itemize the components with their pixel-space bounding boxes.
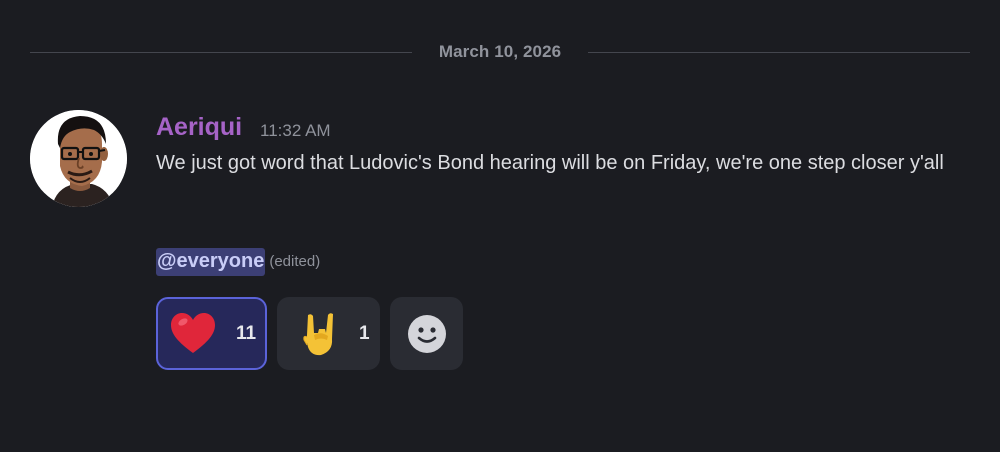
reaction-heart-count: 11 — [236, 322, 257, 344]
divider-line-right — [588, 52, 970, 53]
author-name[interactable]: Aeriqui — [156, 113, 242, 142]
heart-icon — [171, 312, 215, 353]
mention-line: @everyone (edited) — [156, 246, 320, 277]
add-reaction-smiley-icon — [407, 314, 446, 353]
reaction-heart[interactable]: 11 — [156, 297, 267, 370]
reactions-bar: 11 1 — [156, 297, 463, 370]
chat-view: March 10, 2026 Aeriqui 11:32 AM We just … — [0, 0, 1000, 452]
reaction-rock-on[interactable]: 1 — [277, 297, 380, 370]
message-timestamp: 11:32 AM — [260, 121, 331, 140]
everyone-mention[interactable]: @everyone — [156, 247, 266, 276]
message-content: We just got word that Ludovic's Bond hea… — [156, 152, 944, 174]
add-reaction-button[interactable] — [390, 297, 463, 370]
avatar[interactable] — [30, 110, 127, 207]
rock-on-hand-icon — [303, 312, 333, 355]
edited-label: (edited) — [269, 253, 321, 270]
date-divider: March 10, 2026 — [30, 40, 970, 66]
avatar-portrait-icon — [30, 110, 127, 207]
reaction-rock-on-count: 1 — [359, 322, 370, 344]
